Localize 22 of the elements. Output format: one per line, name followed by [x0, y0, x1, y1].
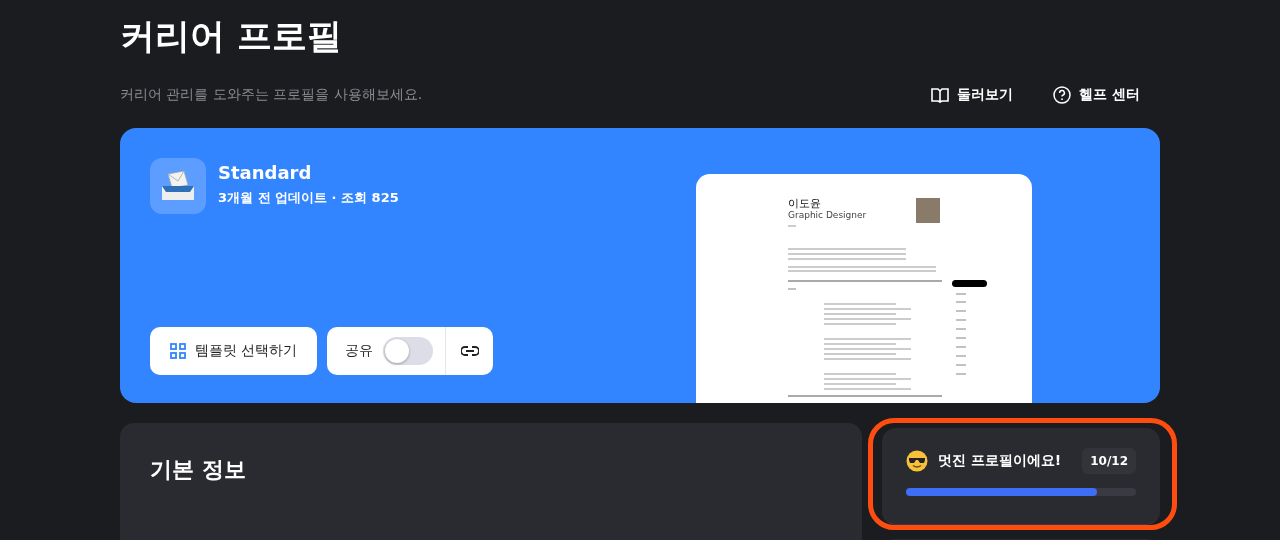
- header-link[interactable]: 헬프 센터: [1053, 86, 1140, 104]
- resume-role: Graphic Designer: [788, 210, 867, 220]
- header-link[interactable]: 둘러보기: [931, 86, 1014, 104]
- resume-name: 이도윤: [788, 196, 821, 211]
- share-label: 공유: [344, 342, 374, 360]
- profile-name: Standard: [218, 162, 313, 183]
- completion-count: 10/12: [1082, 448, 1136, 474]
- book-icon: [931, 87, 950, 103]
- nav-highlight: [952, 280, 987, 287]
- page-title: 커리어 프로필: [120, 15, 343, 58]
- photo-placeholder: [916, 198, 940, 223]
- template-button[interactable]: 템플릿 선택하기: [150, 327, 318, 375]
- help-icon: [1053, 86, 1072, 104]
- link-icon: [460, 346, 479, 356]
- share-toggle[interactable]: [383, 337, 434, 365]
- sunglasses-face-icon: [906, 450, 928, 472]
- grid-icon: [170, 343, 186, 359]
- profile-meta: 3개월 전 업데이트 · 조회 825: [218, 189, 399, 207]
- page-subtitle: 커리어 관리를 도와주는 프로필을 사용해보세요.: [120, 86, 423, 104]
- completion-message: 멋진 프로필이에요!: [938, 452, 1063, 470]
- inbox-icon: [150, 158, 206, 214]
- section-title: 기본 정보: [150, 456, 247, 484]
